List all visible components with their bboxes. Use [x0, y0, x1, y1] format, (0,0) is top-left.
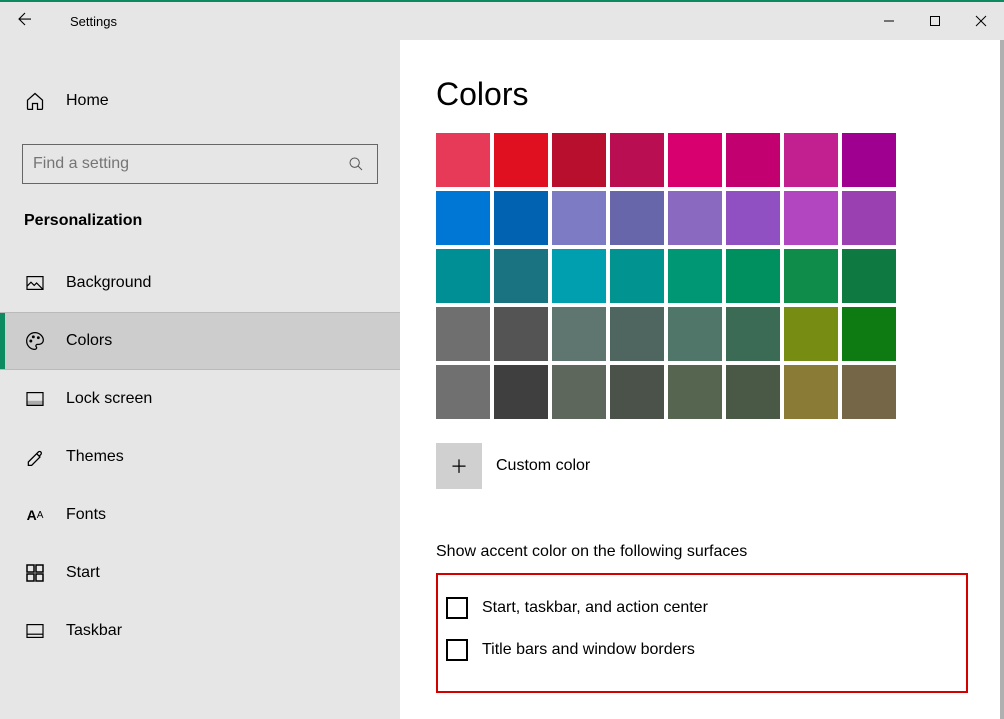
home-nav[interactable]: Home — [0, 72, 400, 130]
color-swatch[interactable] — [552, 191, 606, 245]
lockscreen-icon — [24, 391, 46, 407]
color-swatch[interactable] — [726, 365, 780, 419]
color-swatch[interactable] — [784, 307, 838, 361]
taskbar-icon — [24, 623, 46, 639]
color-swatch[interactable] — [668, 307, 722, 361]
color-swatch[interactable] — [436, 307, 490, 361]
color-swatch[interactable] — [668, 249, 722, 303]
page-title: Colors — [436, 76, 968, 113]
nav-label: Colors — [66, 332, 112, 350]
color-swatch[interactable] — [842, 365, 896, 419]
color-swatch[interactable] — [610, 249, 664, 303]
color-swatch[interactable] — [494, 307, 548, 361]
color-swatch[interactable] — [436, 133, 490, 187]
color-swatch[interactable] — [610, 133, 664, 187]
back-button[interactable] — [0, 10, 50, 33]
color-swatch[interactable] — [494, 365, 548, 419]
color-swatch[interactable] — [494, 133, 548, 187]
maximize-button[interactable] — [912, 2, 958, 40]
nav-label: Start — [66, 564, 100, 582]
sidebar: Home Personalization Background Colors L… — [0, 40, 400, 719]
main-panel: Colors ＋ Custom color Show accent color … — [400, 40, 1004, 719]
color-swatch[interactable] — [784, 133, 838, 187]
sidebar-item-colors[interactable]: Colors — [0, 312, 400, 370]
color-swatch[interactable] — [784, 365, 838, 419]
color-grid — [436, 133, 968, 419]
minimize-button[interactable] — [866, 2, 912, 40]
themes-icon — [24, 447, 46, 467]
color-swatch[interactable] — [784, 249, 838, 303]
nav-label: Taskbar — [66, 622, 122, 640]
check-label: Start, taskbar, and action center — [482, 599, 708, 617]
check-start-taskbar[interactable]: Start, taskbar, and action center — [446, 587, 958, 629]
plus-icon: ＋ — [450, 453, 468, 479]
sidebar-item-start[interactable]: Start — [0, 544, 400, 602]
color-swatch[interactable] — [726, 191, 780, 245]
color-swatch[interactable] — [842, 307, 896, 361]
nav-label: Background — [66, 274, 151, 292]
palette-icon — [24, 331, 46, 351]
color-swatch[interactable] — [552, 307, 606, 361]
color-swatch[interactable] — [436, 191, 490, 245]
sidebar-item-fonts[interactable]: AA Fonts — [0, 486, 400, 544]
nav-label: Fonts — [66, 506, 106, 524]
picture-icon — [24, 275, 46, 291]
nav-label: Lock screen — [66, 390, 152, 408]
fonts-icon: AA — [24, 507, 46, 523]
color-swatch[interactable] — [610, 365, 664, 419]
color-swatch[interactable] — [610, 191, 664, 245]
check-title-bars[interactable]: Title bars and window borders — [446, 629, 958, 671]
scrollbar[interactable] — [1000, 40, 1004, 719]
color-swatch[interactable] — [668, 191, 722, 245]
color-swatch[interactable] — [726, 133, 780, 187]
color-swatch[interactable] — [552, 133, 606, 187]
color-swatch[interactable] — [552, 365, 606, 419]
nav-label: Themes — [66, 448, 124, 466]
color-swatch[interactable] — [842, 133, 896, 187]
search-input[interactable] — [33, 155, 345, 173]
color-swatch[interactable] — [436, 249, 490, 303]
accent-surfaces-header: Show accent color on the following surfa… — [436, 543, 968, 561]
custom-color-label: Custom color — [496, 457, 590, 475]
sidebar-item-background[interactable]: Background — [0, 254, 400, 312]
custom-color-button[interactable]: ＋ — [436, 443, 482, 489]
accent-check-highlight: Start, taskbar, and action center Title … — [436, 573, 968, 693]
color-swatch[interactable] — [726, 249, 780, 303]
titlebar: Settings — [0, 2, 1004, 40]
color-swatch[interactable] — [784, 191, 838, 245]
color-swatch[interactable] — [494, 191, 548, 245]
window-title: Settings — [50, 14, 117, 29]
checkbox-icon — [446, 639, 468, 661]
section-header: Personalization — [0, 212, 400, 254]
start-icon — [24, 564, 46, 582]
close-button[interactable] — [958, 2, 1004, 40]
home-icon — [24, 91, 46, 111]
sidebar-item-themes[interactable]: Themes — [0, 428, 400, 486]
search-box[interactable] — [22, 144, 378, 184]
check-label: Title bars and window borders — [482, 641, 695, 659]
color-swatch[interactable] — [668, 133, 722, 187]
home-label: Home — [66, 92, 109, 110]
window-controls — [866, 2, 1004, 40]
search-icon — [345, 156, 367, 172]
color-swatch[interactable] — [436, 365, 490, 419]
color-swatch[interactable] — [552, 249, 606, 303]
color-swatch[interactable] — [610, 307, 664, 361]
color-swatch[interactable] — [726, 307, 780, 361]
sidebar-item-taskbar[interactable]: Taskbar — [0, 602, 400, 660]
color-swatch[interactable] — [668, 365, 722, 419]
color-swatch[interactable] — [842, 191, 896, 245]
color-swatch[interactable] — [842, 249, 896, 303]
checkbox-icon — [446, 597, 468, 619]
sidebar-item-lockscreen[interactable]: Lock screen — [0, 370, 400, 428]
color-swatch[interactable] — [494, 249, 548, 303]
